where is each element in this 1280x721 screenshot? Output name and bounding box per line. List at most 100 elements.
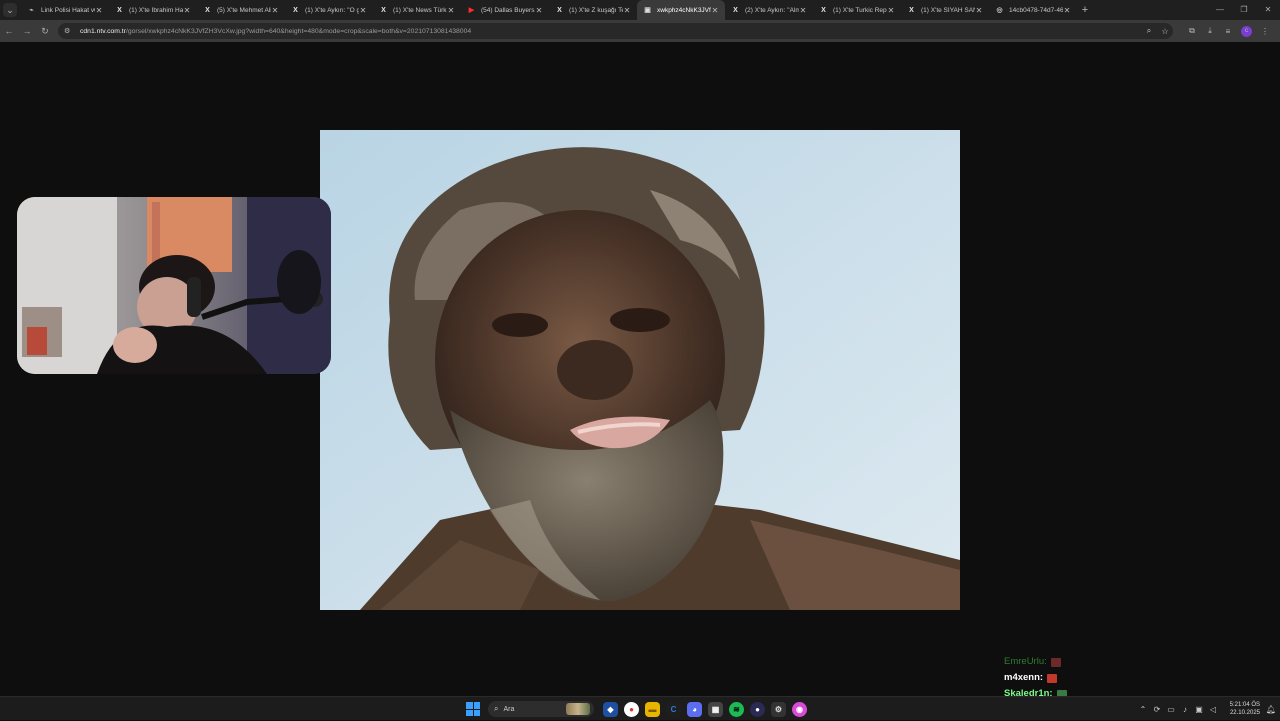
menu-kebab-icon[interactable]: ⋮ [1256,27,1274,36]
close-tab-icon[interactable]: ✕ [535,6,543,15]
start-button[interactable] [466,702,480,716]
forward-icon[interactable]: → [18,26,36,36]
x-icon: X [557,6,562,14]
reload-icon[interactable]: ↻ [36,26,54,37]
browser-tab[interactable]: X (1) X'te Turkic Report✕ [813,0,901,20]
x-icon: X [293,6,298,14]
microphone-icon[interactable]: ♪ [1178,705,1192,714]
browser-tab[interactable]: ▣ xwkphz4cNkK3JVfZH3✕ [637,0,725,20]
tab-title: (1) X'te Z kuşağı Terör [569,6,623,14]
tab-title: (1) X'te News Türk: "B [393,6,447,14]
browser-tab[interactable]: X (2) X'te Aykırı: "Alman✕ [725,0,813,20]
webcam-overlay [17,197,331,374]
sync-icon[interactable]: ⟳ [1150,705,1164,714]
x-icon: X [733,6,738,14]
tab-title: (2) X'te Aykırı: "Alman [745,6,799,14]
close-tab-icon[interactable]: ✕ [623,6,631,15]
close-tab-icon[interactable]: ✕ [183,6,191,15]
displayed-image [320,130,960,610]
clock-date: 22.10.2025 [1229,710,1260,716]
search-placeholder: Ara [503,705,515,713]
tab-title: (1) X'te Turkic Report [833,6,887,14]
tab-title: (1) X'te Aykırı: "O günü [305,6,359,14]
c-app-icon[interactable]: C [666,701,681,717]
os-taskbar: ⌕ Ara ◆ ● ▬ C ◕ ▦ ≋ ● ⚙ ◉ ⌃ ⟳ ▭ ♪ ▣ ◁ 5:… [0,696,1280,720]
profile-avatar[interactable]: c [1241,25,1252,37]
chrome-icon[interactable]: ● [624,701,639,717]
window-controls: — ❐ ✕ [1208,0,1280,20]
browser-tab[interactable]: X (5) X'te Mehmet Ali Çe✕ [197,0,285,20]
browser-tab[interactable]: ▶ (54) Dallas Buyers Club✕ [461,0,549,20]
browser-tab[interactable]: ⌁ Link Polisi Hakat v0.8✕ [21,0,109,20]
emote-icon [1050,657,1061,667]
x-icon: X [909,6,914,14]
close-tab-icon[interactable]: ✕ [1063,6,1071,15]
x-icon: X [205,6,210,14]
browser-tab[interactable]: ◎ 14cb0478-74d7-468d✕ [989,0,1077,20]
clock[interactable]: 5:21:04 ÖS 22.10.2025 [1220,701,1260,717]
tab-search-button[interactable]: ⌄ [3,3,17,17]
emote-icon [1047,673,1058,683]
tab-title: Link Polisi Hakat v0.8 [41,6,95,14]
download-icon[interactable]: ⤓ [1201,26,1219,36]
browser-tab[interactable]: X (1) X'te Z kuşağı Terör✕ [549,0,637,20]
chat-message: m4xenn : [1004,670,1067,686]
chat-username: EmreUrlu [1004,656,1045,667]
obs-icon[interactable]: ● [750,701,765,717]
chat-username: m4xenn [1004,672,1040,683]
close-tab-icon[interactable]: ✕ [359,6,367,15]
x-icon: X [117,6,122,14]
media-control-icon[interactable]: ≡ [1219,27,1237,36]
search-icon: ⌕ [494,704,499,713]
close-tab-icon[interactable]: ✕ [887,6,895,15]
steam-icon[interactable]: ⚙ [771,701,786,717]
taskbar-search[interactable]: ⌕ Ara [488,701,594,717]
copilot-icon[interactable]: ◆ [603,701,618,717]
zoom-icon[interactable]: ⌕ [1141,26,1157,36]
close-tab-icon[interactable]: ✕ [975,6,983,15]
browser-toolbar: ← → ↻ ⚙ cdn1.ntv.com.tr/gorsel/xwkphz4cN… [0,20,1280,42]
close-tab-icon[interactable]: ✕ [799,6,807,15]
new-tab-button[interactable]: + [1077,4,1093,16]
browser-tab[interactable]: X (1) X'te SİYAH SANCAK✕ [901,0,989,20]
url-host: cdn1.ntv.com.tr [80,27,126,35]
site-info-icon[interactable]: ⚙ [64,27,76,35]
close-tab-icon[interactable]: ✕ [447,6,455,15]
back-icon[interactable]: ← [0,26,18,36]
close-tab-icon[interactable]: ✕ [271,6,279,15]
file-explorer-icon[interactable]: ▬ [645,701,660,717]
system-tray: ⌃ ⟳ ▭ ♪ ▣ ◁ 5:21:04 ÖS 22.10.2025 🔔︎ [1136,697,1280,721]
discord-icon[interactable]: ◕ [687,701,702,717]
tab-title: 14cb0478-74d7-468d [1009,6,1063,14]
bookmark-star-icon[interactable]: ☆ [1157,27,1173,36]
store-icon[interactable]: ▦ [708,701,723,717]
globe-icon: ◎ [996,7,1003,14]
x-icon: X [821,6,826,14]
app-launcher-icon[interactable]: ◉ [792,701,807,717]
browser-tab[interactable]: X (1) X'te News Türk: "B✕ [373,0,461,20]
tray-overflow-icon[interactable]: ⌃ [1136,705,1150,714]
browser-tab[interactable]: X (1) X'te İbrahim Haskol✕ [109,0,197,20]
minimize-icon[interactable]: — [1208,0,1232,20]
clock-time: 5:21:04 ÖS [1229,702,1260,708]
close-tab-icon[interactable]: ✕ [711,6,719,15]
tab-list: ⌁Link Polisi Hakat v0.8✕X(1) X'te İbrahi… [21,0,1077,20]
volume-icon[interactable]: ◁ [1206,705,1220,714]
x-icon: X [381,6,386,14]
battery-icon[interactable]: ▭ [1164,705,1178,714]
close-tab-icon[interactable]: ✕ [95,6,103,15]
notification-bell-icon[interactable]: 🔔︎ [1262,705,1280,714]
network-icon[interactable]: ▣ [1192,705,1206,714]
tab-title: (1) X'te SİYAH SANCAK [921,6,975,14]
extensions-icon[interactable]: ⧉ [1183,26,1201,36]
address-bar[interactable]: ⚙ cdn1.ntv.com.tr/gorsel/xwkphz4cNkK3JVf… [58,23,1173,39]
tab-title: xwkphz4cNkK3JVfZH3 [657,6,711,14]
restore-icon[interactable]: ❐ [1232,0,1256,20]
browser-tab[interactable]: X (1) X'te Aykırı: "O günü✕ [285,0,373,20]
image-icon: ▣ [644,7,651,14]
tab-strip: ⌄ ⌁Link Polisi Hakat v0.8✕X(1) X'te İbra… [0,0,1280,20]
url-path: /gorsel/xwkphz4cNkK3JVfZH3VcXw.jpg?width… [125,27,472,35]
close-window-icon[interactable]: ✕ [1256,0,1280,20]
page-viewport: EmreUrlu : m4xenn : Skaledr1n : zizislay… [0,42,1280,715]
spotify-icon[interactable]: ≋ [729,701,744,717]
